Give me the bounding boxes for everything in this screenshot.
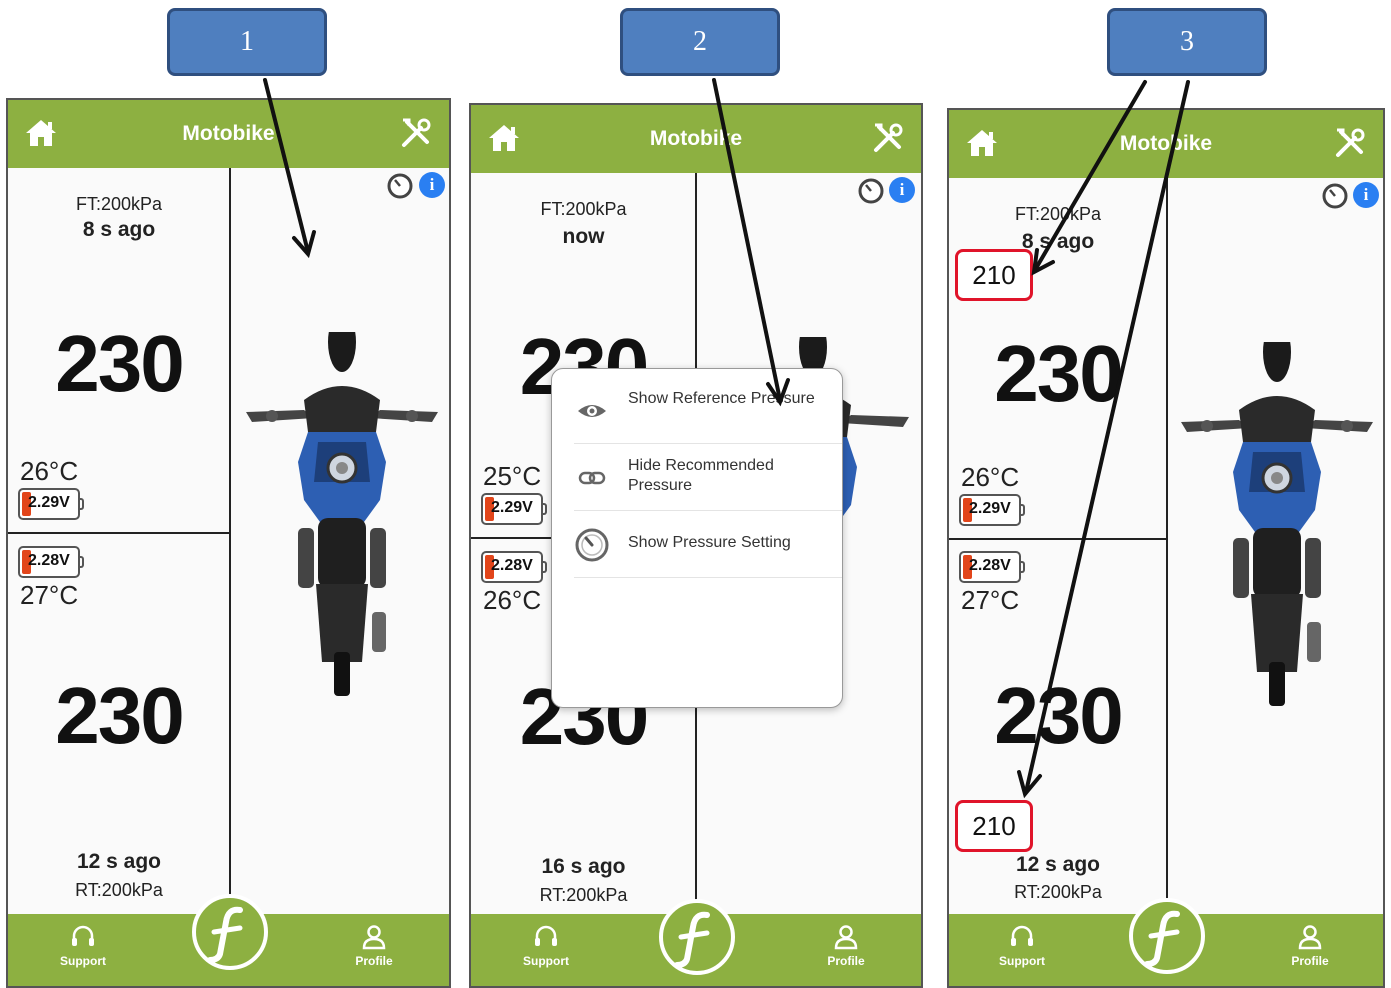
arrow-1 [263, 78, 310, 254]
arrow-3b [1024, 80, 1190, 794]
arrow-2 [712, 78, 782, 402]
arrow-3a [1033, 80, 1147, 272]
annotation-arrows [263, 78, 1190, 799]
